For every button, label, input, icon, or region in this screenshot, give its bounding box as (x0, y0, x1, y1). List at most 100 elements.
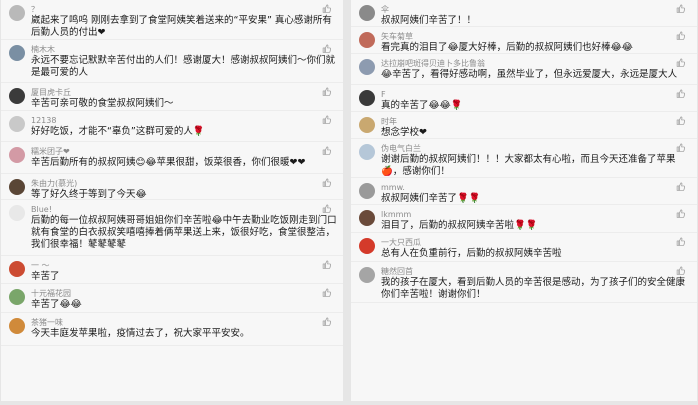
comment-item[interactable]: 糯米团子❤ 辛苦后勤所有的叔叔阿姨😊😂苹果很甜，饭菜很香，你们很暖❤❤ (1, 142, 343, 174)
like-button[interactable] (676, 58, 687, 67)
comment-item[interactable]: 伞叔叔阿姨们辛苦了！！ (351, 0, 697, 27)
comment-item[interactable]: F 真的辛苦了😂😂🌹 (351, 85, 697, 112)
comment-author[interactable]: 朱由力(慕光) (31, 178, 337, 189)
like-button[interactable] (676, 4, 687, 13)
avatar[interactable] (359, 238, 375, 254)
like-button[interactable] (676, 31, 687, 40)
thumbs-up-icon (676, 237, 685, 246)
comment-author[interactable]: 12138 (31, 115, 337, 126)
like-button[interactable] (676, 237, 687, 246)
thumbs-up-icon (676, 31, 685, 40)
comment-item[interactable]: ？崴起来了鸣呜 刚刚去拿到了食堂阿姨笑着送来的“平安果” 真心感谢所有后勤人员的… (1, 0, 343, 40)
avatar[interactable] (359, 59, 375, 75)
thumbs-up-icon (676, 89, 685, 98)
thumbs-up-icon (676, 4, 685, 13)
comment-item[interactable]: 伪电气白兰 谢谢后勤的叔叔阿姨们！！！大家都太有心啦，而且今天还准备了苹果🍎，感谢… (351, 139, 697, 178)
comment-author[interactable]: 厦目虎卡丘 (31, 87, 337, 98)
like-button[interactable] (322, 4, 333, 13)
comment-item[interactable]: 朱由力(慕光) 等了好久终于等到了今天😂 (1, 174, 343, 200)
like-button[interactable] (676, 143, 687, 152)
avatar[interactable] (9, 45, 25, 61)
comment-author[interactable]: 伞 (381, 4, 691, 15)
comment-item[interactable]: 糖然回首 我的孩子在厦大，看到后勤人员的辛苦很是感动，为了孩子们的安全健康你们辛苦… (351, 262, 697, 303)
avatar[interactable] (9, 179, 25, 195)
avatar[interactable] (9, 261, 25, 277)
comment-body: 楠木木 永远不要忘记默默辛苦付出的人们！感谢厦大！感谢叔叔阿姨们～你们就是最可爱的… (31, 40, 337, 79)
comment-author[interactable]: 伪电气白兰 (381, 143, 691, 154)
comment-author[interactable]: 糯米团子❤ (31, 146, 337, 157)
comment-text: 总有人在负重前行，后勤的叔叔阿姨辛苦啦 (381, 248, 562, 259)
like-button[interactable] (676, 209, 687, 218)
comment-item[interactable]: 一 ～辛苦了 (1, 256, 343, 284)
comment-author[interactable]: mmw. (381, 182, 691, 193)
like-button[interactable] (322, 115, 333, 124)
like-button[interactable] (676, 266, 687, 275)
comment-body: 矢车菊草 看完真的泪目了😂厦大好棒，后勤的叔叔阿姨们也好棒😂😂 (381, 27, 691, 54)
like-button[interactable] (676, 182, 687, 191)
comment-item[interactable]: 楠木木 永远不要忘记默默辛苦付出的人们！感谢厦大！感谢叔叔阿姨们～你们就是最可爱的… (1, 40, 343, 83)
avatar[interactable] (359, 5, 375, 21)
avatar[interactable] (9, 289, 25, 305)
avatar[interactable] (359, 183, 375, 199)
comment-body: mmw. 叔叔阿姨们辛苦了🌹🌹 (381, 178, 691, 205)
avatar[interactable] (9, 318, 25, 334)
like-button[interactable] (322, 288, 333, 297)
avatar[interactable] (359, 210, 375, 226)
like-button[interactable] (322, 44, 333, 53)
comment-body: Blue! 后勤的每一位叔叔阿姨哥哥姐姐你们辛苦啦😂中午去勤业吃饭刚走到门口就有食… (31, 200, 337, 251)
avatar[interactable] (359, 144, 375, 160)
comment-item[interactable]: lkmmm 泪目了，后勤的叔叔阿姨辛苦啦🌹🌹 (351, 205, 697, 233)
comment-text: 😂辛苦了，看得好感动啊，虽然毕业了，但永远爱厦大，永远是厦大人 (381, 69, 678, 80)
comment-item[interactable]: 矢车菊草 看完真的泪目了😂厦大好棒，后勤的叔叔阿姨们也好棒😂😂 (351, 27, 697, 54)
thumbs-up-icon (676, 266, 685, 275)
avatar[interactable] (359, 32, 375, 48)
like-button[interactable] (676, 89, 687, 98)
like-button[interactable] (322, 178, 333, 187)
comment-author[interactable]: 楠木木 (31, 44, 337, 55)
comment-author[interactable]: 时年 (381, 116, 691, 127)
avatar[interactable] (9, 88, 25, 104)
avatar[interactable] (359, 267, 375, 283)
like-button[interactable] (322, 317, 333, 326)
like-button[interactable] (322, 146, 333, 155)
comment-author[interactable]: Blue! (31, 204, 337, 215)
like-button[interactable] (322, 204, 333, 213)
avatar[interactable] (9, 116, 25, 132)
avatar[interactable] (359, 117, 375, 133)
comment-body: 十元福花园 辛苦了😂😂 (31, 284, 337, 311)
comment-item[interactable]: 时年 想念学校❤ (351, 112, 697, 139)
comment-author[interactable]: 十元福花园 (31, 288, 337, 299)
comment-body: lkmmm 泪目了，后勤的叔叔阿姨辛苦啦🌹🌹 (381, 205, 691, 232)
comment-author[interactable]: ？ (31, 4, 337, 15)
comment-item[interactable]: 12138 好好吃饭，才能不“辜负”这群可爱的人🌹 (1, 111, 343, 142)
avatar[interactable] (9, 205, 25, 221)
comment-text: 辛苦后勤所有的叔叔阿姨😊😂苹果很甜，饭菜很香，你们很暖❤❤ (31, 157, 306, 168)
comment-item[interactable]: 十元福花园 辛苦了😂😂 (1, 284, 343, 313)
avatar[interactable] (9, 147, 25, 163)
comment-item[interactable]: mmw. 叔叔阿姨们辛苦了🌹🌹 (351, 178, 697, 205)
comment-author[interactable]: 一大只西瓜 (381, 237, 691, 248)
comment-author[interactable]: 达拉崩吧斑得贝迪卜多比鲁翁 (381, 58, 691, 69)
comment-item[interactable]: 茶猪一味 今天丰庭发苹果啦，疫情过去了，祝大家平平安安。 (1, 313, 343, 346)
comment-body: 糖然回首 我的孩子在厦大，看到后勤人员的辛苦很是感动，为了孩子们的安全健康你们辛苦… (381, 262, 691, 301)
comment-item[interactable]: 达拉崩吧斑得贝迪卜多比鲁翁 😂辛苦了，看得好感动啊，虽然毕业了，但永远爱厦大，永远… (351, 54, 697, 85)
like-button[interactable] (322, 260, 333, 269)
thumbs-up-icon (322, 204, 331, 213)
comment-author[interactable]: 糖然回首 (381, 266, 691, 277)
comment-item[interactable]: 一大只西瓜 总有人在负重前行，后勤的叔叔阿姨辛苦啦 (351, 233, 697, 262)
comment-author[interactable]: lkmmm (381, 209, 691, 220)
comment-author[interactable]: F (381, 89, 691, 100)
thumbs-up-icon (322, 260, 331, 269)
avatar[interactable] (9, 5, 25, 21)
comment-author[interactable]: 茶猪一味 (31, 317, 337, 328)
comment-body: 12138 好好吃饭，才能不“辜负”这群可爱的人🌹 (31, 111, 337, 138)
comment-author[interactable]: 一 ～ (31, 260, 337, 271)
comment-item[interactable]: 厦目虎卡丘 辛苦可亲可敬的食堂叔叔阿姨们～ (1, 83, 343, 111)
like-button[interactable] (676, 116, 687, 125)
like-button[interactable] (322, 87, 333, 96)
comment-item[interactable]: Blue! 后勤的每一位叔叔阿姨哥哥姐姐你们辛苦啦😂中午去勤业吃饭刚走到门口就有食… (1, 200, 343, 256)
avatar[interactable] (359, 90, 375, 106)
comment-author[interactable]: 矢车菊草 (381, 31, 691, 42)
comment-text: 想念学校❤ (381, 127, 427, 138)
comment-list-left: ？崴起来了鸣呜 刚刚去拿到了食堂阿姨笑着送来的“平安果” 真心感谢所有后勤人员的… (1, 0, 343, 401)
